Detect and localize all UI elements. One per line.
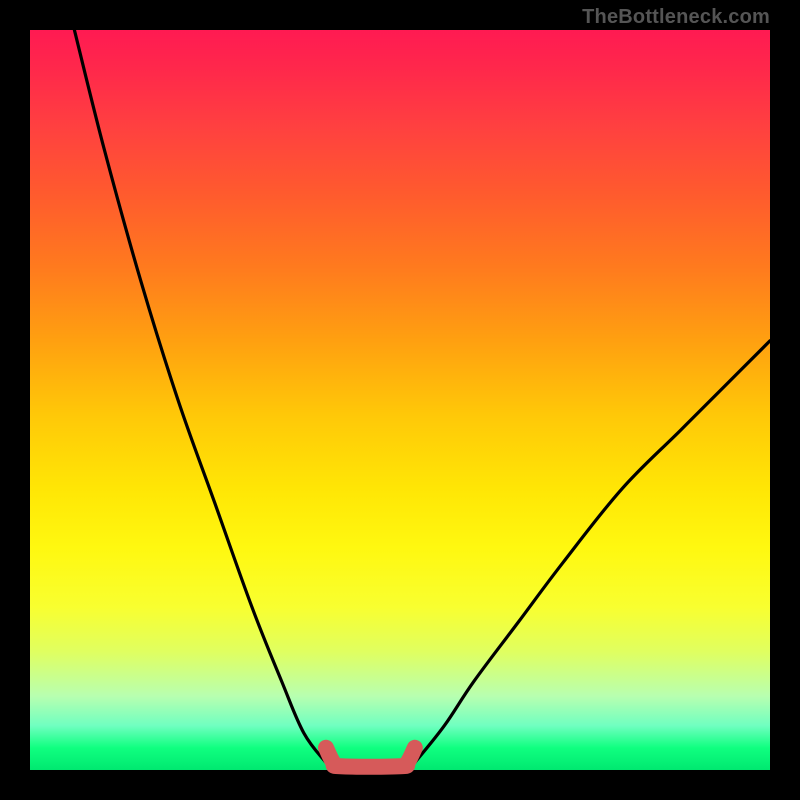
plot-area <box>30 30 770 770</box>
bottom-highlight <box>326 748 415 767</box>
right-curve <box>415 341 770 763</box>
attribution-label: TheBottleneck.com <box>582 6 770 29</box>
chart-container: TheBottleneck.com <box>0 0 800 800</box>
curve-overlay <box>30 30 770 770</box>
left-curve <box>74 30 326 763</box>
